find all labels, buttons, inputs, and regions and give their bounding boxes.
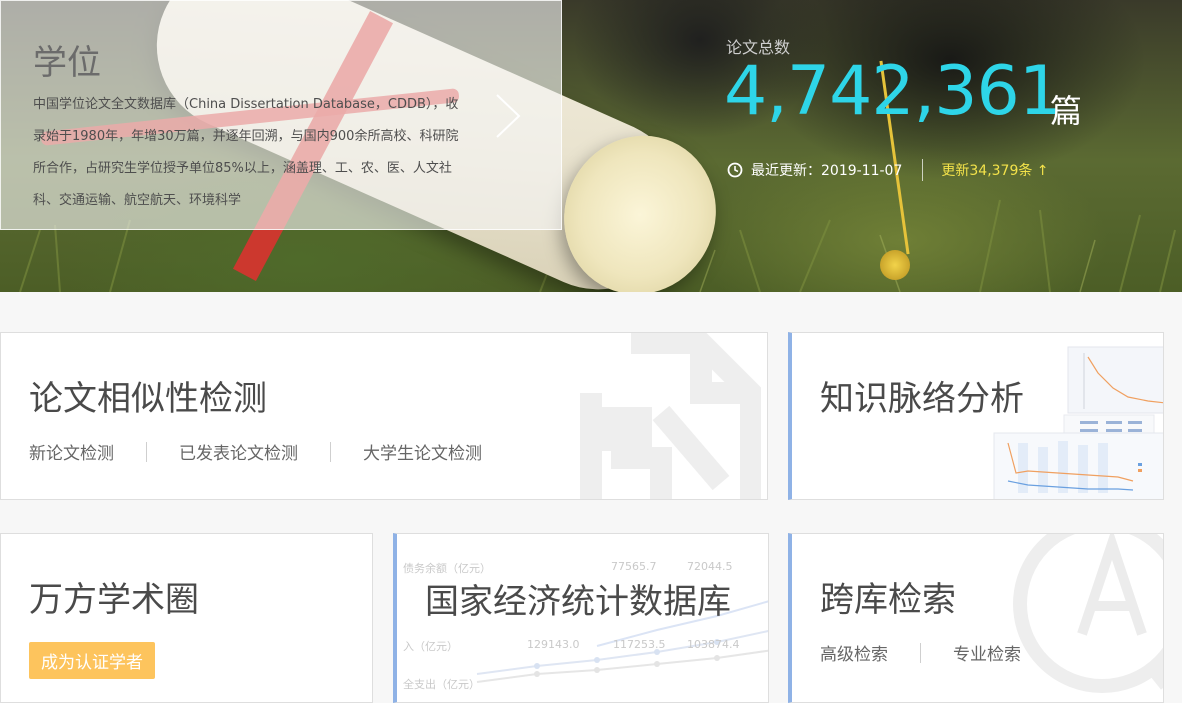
student-paper-check-link[interactable]: 大学生论文检测 [363, 439, 482, 464]
advanced-search-link[interactable]: 高级检索 [820, 640, 888, 665]
divider [920, 642, 921, 663]
document-icon [580, 333, 761, 499]
tassel [880, 250, 910, 280]
professional-search-link[interactable]: 专业检索 [953, 640, 1021, 665]
search-letter-icon [1013, 534, 1163, 693]
card-title: 跨库检索 [820, 580, 956, 620]
card-title: 知识脉络分析 [820, 379, 1024, 419]
chart-thumbnail [993, 346, 1163, 499]
chevron-right-icon[interactable] [489, 91, 529, 141]
background-data-text: 117253.5 [613, 638, 666, 651]
divider [922, 159, 924, 181]
card-title: 论文相似性检测 [29, 379, 267, 419]
divider [146, 441, 147, 462]
similarity-links: 新论文检测 已发表论文检测 大学生论文检测 [29, 439, 482, 464]
card-knowledge-analysis[interactable]: 知识脉络分析 [788, 332, 1164, 500]
count-unit: 篇 [1050, 92, 1083, 130]
background-data-text: 103874.4 [687, 638, 740, 651]
background-data-text: 72044.5 [687, 560, 733, 573]
last-update-text: 最近更新：2019-11-07 [751, 163, 903, 179]
become-certified-scholar-button[interactable]: 成为认证学者 [29, 642, 155, 679]
clock-icon [727, 162, 743, 178]
background-data-text: 全支出（亿元） [403, 678, 480, 691]
card-economic-statistics[interactable]: 债务余额（亿元） 77565.7 72044.5 入（亿元） 129143.0 … [393, 533, 769, 703]
database-description: 中国学位论文全文数据库（China Dissertation Database，… [33, 97, 459, 208]
new-paper-check-link[interactable]: 新论文检测 [29, 439, 114, 464]
background-data-text: 77565.7 [611, 560, 657, 573]
card-academic-circle[interactable]: 万方学术圈 成为认证学者 [0, 533, 373, 703]
card-title: 国家经济统计数据库 [425, 582, 731, 622]
total-count: 4,742,361 [724, 52, 1062, 131]
update-increase-text: 更新34,379条 ↑ [941, 163, 1049, 179]
card-cross-database-search[interactable]: 跨库检索 高级检索 专业检索 [788, 533, 1164, 703]
background-data-text: 129143.0 [527, 638, 580, 651]
card-title: 万方学术圈 [29, 580, 199, 620]
cross-search-links: 高级检索 专业检索 [820, 640, 1021, 665]
update-info: 最近更新：2019-11-07 更新34,379条 ↑ [727, 158, 1049, 182]
divider [330, 441, 331, 462]
database-info-panel: 学位 中国学位论文全文数据库（China Dissertation Databa… [0, 0, 562, 230]
database-title: 学位 [33, 43, 101, 83]
background-data-text: 入（亿元） [403, 640, 458, 653]
card-similarity-check[interactable]: 论文相似性检测 新论文检测 已发表论文检测 大学生论文检测 [0, 332, 768, 500]
hero-banner: 学位 中国学位论文全文数据库（China Dissertation Databa… [0, 0, 1182, 292]
published-paper-check-link[interactable]: 已发表论文检测 [179, 439, 298, 464]
